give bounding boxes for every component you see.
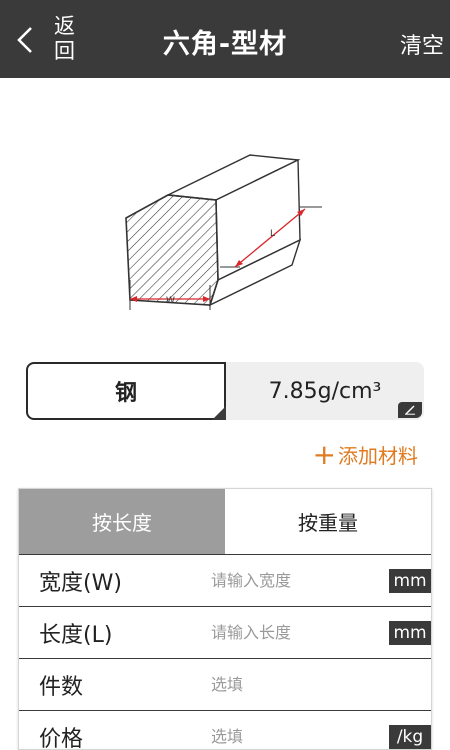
length-dimension-label: L	[270, 229, 275, 239]
quantity-label: 件数	[39, 674, 84, 700]
top-nav-bar: 返回 六角-型材 清空	[0, 0, 450, 78]
material-name-button[interactable]: 钢	[26, 362, 226, 420]
price-row: 价格 /kg	[19, 710, 431, 750]
tab-by-length[interactable]: 按长度	[19, 489, 225, 554]
density-field[interactable]: 7.85g/cm³	[226, 362, 424, 420]
plus-icon: +	[312, 437, 336, 471]
tab-by-weight[interactable]: 按重量	[225, 489, 431, 554]
density-value: 7.85g/cm³	[268, 378, 382, 404]
width-row: 宽度(W) mm	[19, 554, 431, 606]
hexagon-bar-diagram: W L	[125, 154, 322, 310]
width-label: 宽度(W)	[39, 570, 122, 596]
material-selector: 钢 7.85g/cm³	[26, 362, 424, 420]
add-material-button[interactable]: + 添加材料	[313, 440, 418, 469]
width-dimension-label: W	[166, 296, 175, 306]
length-unit-selector[interactable]: mm	[389, 621, 431, 645]
dropdown-corner-icon	[212, 406, 226, 420]
calculation-panel: 按长度 按重量 宽度(W) mm 长度(L) mm 件数 价格 /kg	[18, 488, 432, 750]
width-unit-selector[interactable]: mm	[389, 569, 431, 593]
edit-icon	[398, 402, 422, 418]
quantity-input[interactable]	[211, 664, 431, 705]
mode-tabs: 按长度 按重量	[19, 489, 431, 554]
length-row: 长度(L) mm	[19, 606, 431, 658]
clear-button[interactable]: 清空	[400, 28, 444, 60]
quantity-row: 件数	[19, 658, 431, 710]
price-label: 价格	[39, 726, 84, 750]
add-material-label: 添加材料	[338, 444, 418, 468]
length-label: 长度(L)	[39, 622, 113, 648]
page-title: 六角-型材	[162, 29, 288, 60]
price-unit-selector[interactable]: /kg	[389, 725, 431, 749]
